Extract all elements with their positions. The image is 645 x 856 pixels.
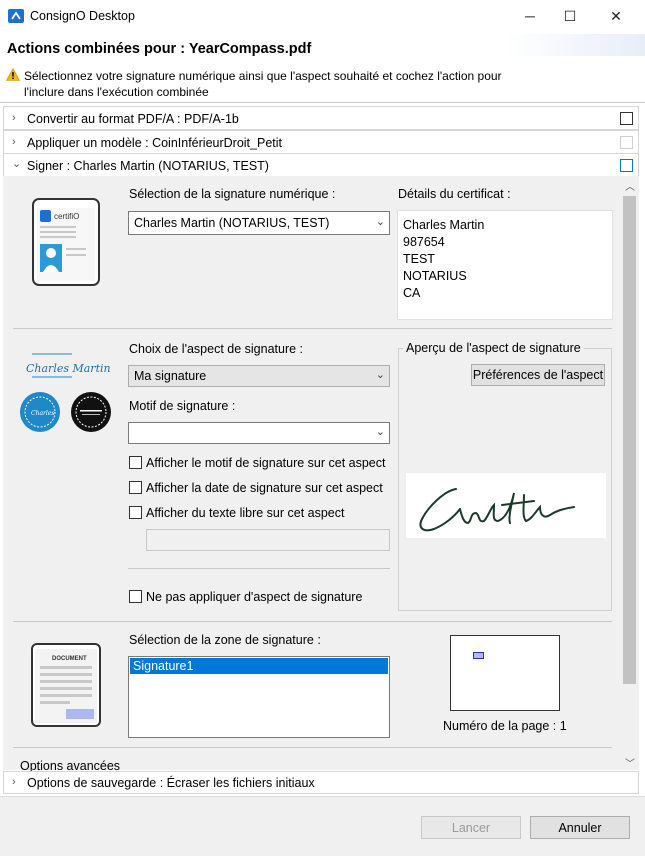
show-date-label: Afficher la date de signature sur cet as… xyxy=(146,481,383,495)
chevron-down-icon: ⌄ xyxy=(375,426,385,438)
zone-marker xyxy=(473,652,484,659)
section-separator xyxy=(13,621,612,622)
no-aspect-label: Ne pas appliquer d'aspect de signature xyxy=(146,590,363,604)
section-separator xyxy=(13,747,612,748)
chevron-right-icon: › xyxy=(12,776,16,788)
certificate-country: CA xyxy=(403,286,421,300)
aspect-choice-label: Choix de l'aspect de signature : xyxy=(129,342,304,356)
free-text-checkbox[interactable] xyxy=(129,506,142,519)
certificate-issuer: NOTARIUS xyxy=(403,269,467,283)
signature-preview xyxy=(406,473,606,538)
action-checkbox-convert[interactable] xyxy=(620,112,633,125)
cancel-button[interactable]: Annuler xyxy=(530,816,630,839)
svg-text:Charles Martin: Charles Martin xyxy=(26,362,111,375)
chevron-right-icon: › xyxy=(12,136,16,148)
signature-select-value: Charles Martin (NOTARIUS, TEST) xyxy=(134,216,330,230)
section-separator xyxy=(13,328,612,329)
launch-button[interactable]: Lancer xyxy=(421,816,521,839)
window-title: ConsignO Desktop xyxy=(30,9,135,23)
signature-aspect-illustration: Charles Martin Charles xyxy=(20,353,111,432)
consigno-app-icon xyxy=(8,9,24,23)
certificate-name: Charles Martin xyxy=(403,218,485,232)
maximize-button[interactable]: ☐ xyxy=(547,0,593,32)
save-options-row[interactable]: › Options de sauvegarde : Écraser les fi… xyxy=(3,771,639,794)
certificate-id: 987654 xyxy=(403,235,445,249)
zone-list[interactable]: Signature1 xyxy=(128,656,390,738)
show-date-checkbox[interactable] xyxy=(129,481,142,494)
free-text-input[interactable] xyxy=(146,529,390,551)
action-checkbox-sign[interactable] xyxy=(620,159,633,172)
aspect-preview-label: Aperçu de l'aspect de signature xyxy=(403,341,584,355)
action-row-apply-template[interactable]: › Appliquer un modèle : CoinInférieurDro… xyxy=(3,130,639,154)
free-text-label: Afficher du texte libre sur cet aspect xyxy=(146,506,345,520)
show-motif-checkbox[interactable] xyxy=(129,456,142,469)
motif-label: Motif de signature : xyxy=(129,399,236,413)
action-row-sign[interactable]: ⌄ Signer : Charles Martin (NOTARIUS, TES… xyxy=(3,153,639,177)
card-brand-text: certifiO xyxy=(54,212,79,221)
dialog-description: Sélectionnez votre signature numérique a… xyxy=(24,69,502,99)
scrollbar-thumb[interactable] xyxy=(623,196,636,684)
action-label: Signer : Charles Martin (NOTARIUS, TEST) xyxy=(27,159,269,173)
aspect-select[interactable]: Ma signature ⌄ xyxy=(128,365,390,387)
motif-select[interactable]: ⌄ xyxy=(128,422,390,444)
show-motif-label: Afficher le motif de signature sur cet a… xyxy=(146,456,386,470)
warning-icon xyxy=(6,68,20,81)
action-label: Appliquer un modèle : CoinInférieurDroit… xyxy=(27,136,282,150)
action-label: Convertir au format PDF/A : PDF/A-1b xyxy=(27,112,239,126)
save-options-label: Options de sauvegarde : Écraser les fich… xyxy=(27,776,315,790)
aspect-separator xyxy=(128,568,390,569)
chevron-down-icon: ⌄ xyxy=(12,158,22,170)
svg-text:Charles: Charles xyxy=(31,410,54,417)
scroll-down-icon[interactable]: ﹀ xyxy=(625,755,635,770)
signature-select-label: Sélection de la signature numérique : xyxy=(129,187,336,201)
no-aspect-checkbox[interactable] xyxy=(129,590,142,603)
certificate-details-box: Charles Martin 987654 TEST NOTARIUS CA xyxy=(397,210,613,320)
document-icon-label: DOCUMENT xyxy=(52,656,87,662)
chevron-down-icon: ⌄ xyxy=(375,216,385,228)
header-decoration xyxy=(505,34,645,56)
scroll-up-icon[interactable]: ︿ xyxy=(625,178,635,193)
header-separator xyxy=(0,102,645,103)
handwritten-signature-image xyxy=(419,488,575,532)
aspect-select-value: Ma signature xyxy=(134,369,207,383)
signature-select[interactable]: Charles Martin (NOTARIUS, TEST) ⌄ xyxy=(128,211,390,235)
document-illustration: DOCUMENT xyxy=(31,643,101,727)
dialog-title: Actions combinées pour : YearCompass.pdf xyxy=(7,41,312,57)
chevron-right-icon: › xyxy=(12,112,16,124)
aspect-preferences-button[interactable]: Préférences de l'aspect xyxy=(471,364,605,386)
close-button[interactable]: ✕ xyxy=(593,0,639,32)
action-row-convert-pdfa[interactable]: › Convertir au format PDF/A : PDF/A-1b xyxy=(3,106,639,130)
page-preview xyxy=(450,635,560,711)
zone-list-item[interactable]: Signature1 xyxy=(130,658,388,674)
certificate-card-illustration: certifiO xyxy=(32,198,100,286)
zone-select-label: Sélection de la zone de signature : xyxy=(129,633,321,647)
action-checkbox-template[interactable] xyxy=(620,136,633,149)
certificate-details-label: Détails du certificat : xyxy=(398,187,511,201)
page-number-label: Numéro de la page : 1 xyxy=(443,719,567,733)
certificate-env: TEST xyxy=(403,252,435,266)
chevron-down-icon: ⌄ xyxy=(375,369,385,381)
